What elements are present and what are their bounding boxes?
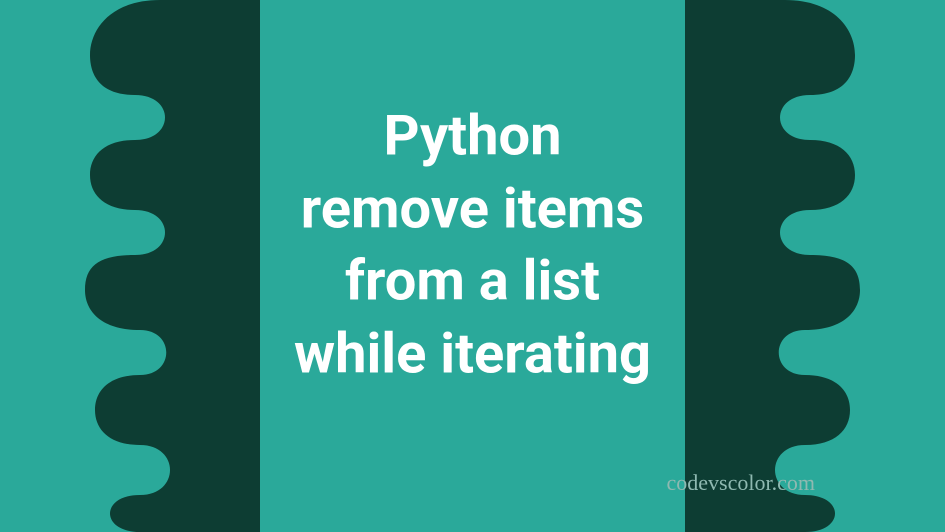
title-line-2: remove items (173, 172, 773, 245)
title-line-4: while iterating (173, 318, 773, 391)
title-line-1: Python (173, 99, 773, 172)
title-line-3: from a list (173, 245, 773, 318)
banner-title: Python remove items from a list while it… (173, 99, 773, 390)
watermark-text: codevscolor.com (667, 470, 815, 496)
banner-container: Python remove items from a list while it… (0, 0, 945, 532)
